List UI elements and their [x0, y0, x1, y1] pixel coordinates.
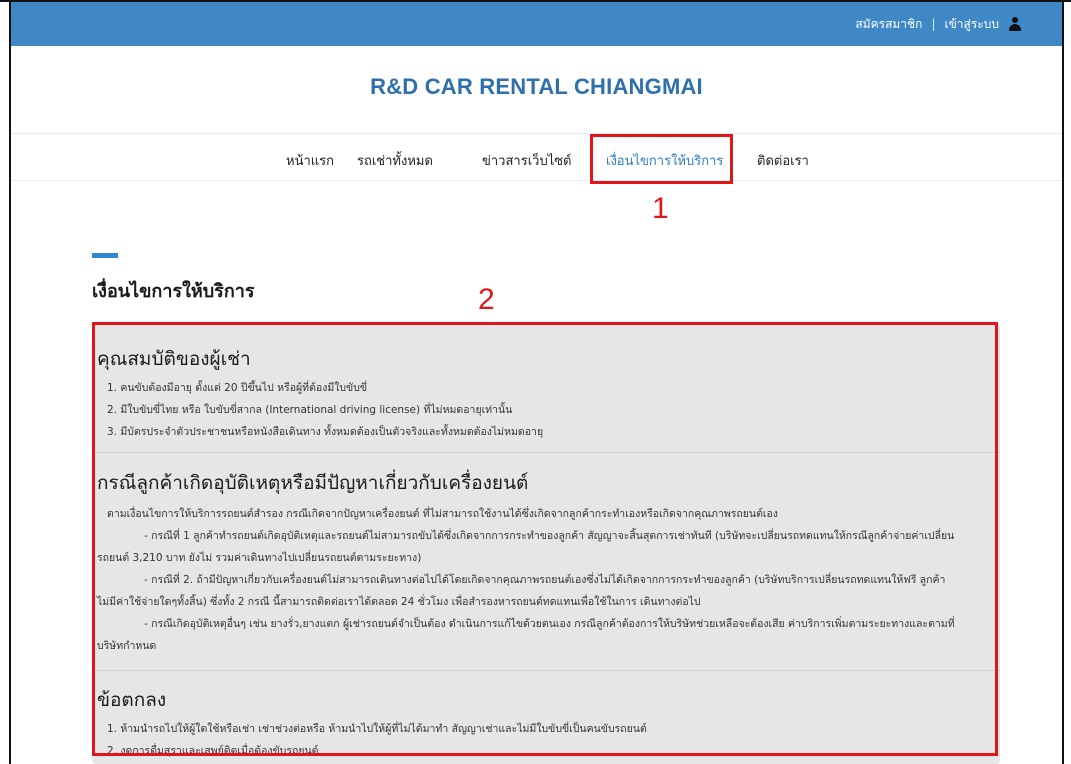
- nav-item-contact[interactable]: ติดต่อเรา: [757, 150, 809, 171]
- nav-item-news[interactable]: ข่าวสารเว็บไซต์: [482, 150, 572, 171]
- list-item: 1. ห้ามนำรถไปให้ผู้ใดใช้หรือเช่า เช่าช่ว…: [107, 723, 647, 735]
- login-link[interactable]: เข้าสู่ระบบ: [945, 15, 1000, 34]
- section-heading: ข้อตกลง: [97, 689, 167, 711]
- paragraph-line: ตามเงื่อนไขการให้บริการรถยนต์สำรอง กรณีเ…: [107, 508, 778, 520]
- nav-item-all-cars[interactable]: รถเช่าทั้งหมด: [357, 150, 433, 171]
- nav-item-home[interactable]: หน้าแรก: [286, 150, 334, 171]
- list-item: 2. งดการดื่มสุราและเสพย์ติดเมื่อต้องขับร…: [107, 745, 319, 757]
- paragraph-line: ไม่มีค่าใช้จ่ายใดๆทั้งสิ้น) ซึ่งทั้ง 2 ก…: [97, 596, 701, 608]
- user-icon[interactable]: [1008, 17, 1022, 31]
- section-divider: [92, 670, 1000, 671]
- title-accent-bar: [92, 253, 118, 258]
- top-bar: สมัครสมาชิก | เข้าสู่ระบบ: [11, 2, 1062, 46]
- section-divider: [92, 452, 1000, 453]
- section-heading: คุณสมบัติของผู้เช่า: [97, 348, 251, 370]
- site-logo-title[interactable]: R&D CAR RENTAL CHIANGMAI: [11, 74, 1062, 100]
- topbar-separator: |: [931, 17, 936, 31]
- list-item: 1. คนขับต้องมีอายุ ตั้งแต่ 20 ปีขึ้นไป ห…: [107, 382, 368, 394]
- paragraph-line: บริษัทกำหนด: [97, 640, 157, 652]
- paragraph-line: รถยนต์ 3,210 บาท ยังไม่ รวมค่าเดินทางไปเ…: [97, 552, 422, 564]
- paragraph-line: - กรณีที่ 2. ถ้ามีปัญหาเกี่ยวกับเครื่องย…: [144, 574, 946, 586]
- window-frame-left: [9, 0, 11, 764]
- terms-content-panel: คุณสมบัติของผู้เช่า 1. คนขับต้องมีอายุ ต…: [92, 325, 1000, 764]
- paragraph-line: - กรณีเกิดอุบัติเหตุอื่นๆ เช่น ยางรั่ว,ย…: [144, 618, 955, 630]
- list-item: 2. มีใบขับขี่ไทย หรือ ใบขับขี่สากล (Inte…: [107, 404, 513, 416]
- annotation-marker-1: 1: [652, 192, 669, 225]
- list-item: 3. มีบัตรประจำตัวประชาชนหรือหนังสือเดินท…: [107, 426, 544, 438]
- page-title: เงื่อนไขการให้บริการ: [92, 281, 255, 302]
- section-heading: กรณีลูกค้าเกิดอุบัติเหตุหรือมีปัญหาเกี่ย…: [97, 472, 529, 494]
- window-frame-right: [1062, 0, 1064, 764]
- register-link[interactable]: สมัครสมาชิก: [855, 15, 922, 34]
- nav-divider-top: [11, 133, 1062, 134]
- annotation-marker-2: 2: [478, 283, 495, 316]
- paragraph-line: - กรณีที่ 1 ลูกค้าทำรถยนต์เกิดอุบัติเหตุ…: [144, 530, 955, 542]
- nav-divider-bottom: [11, 180, 1062, 181]
- annotation-box-nav: [590, 134, 733, 184]
